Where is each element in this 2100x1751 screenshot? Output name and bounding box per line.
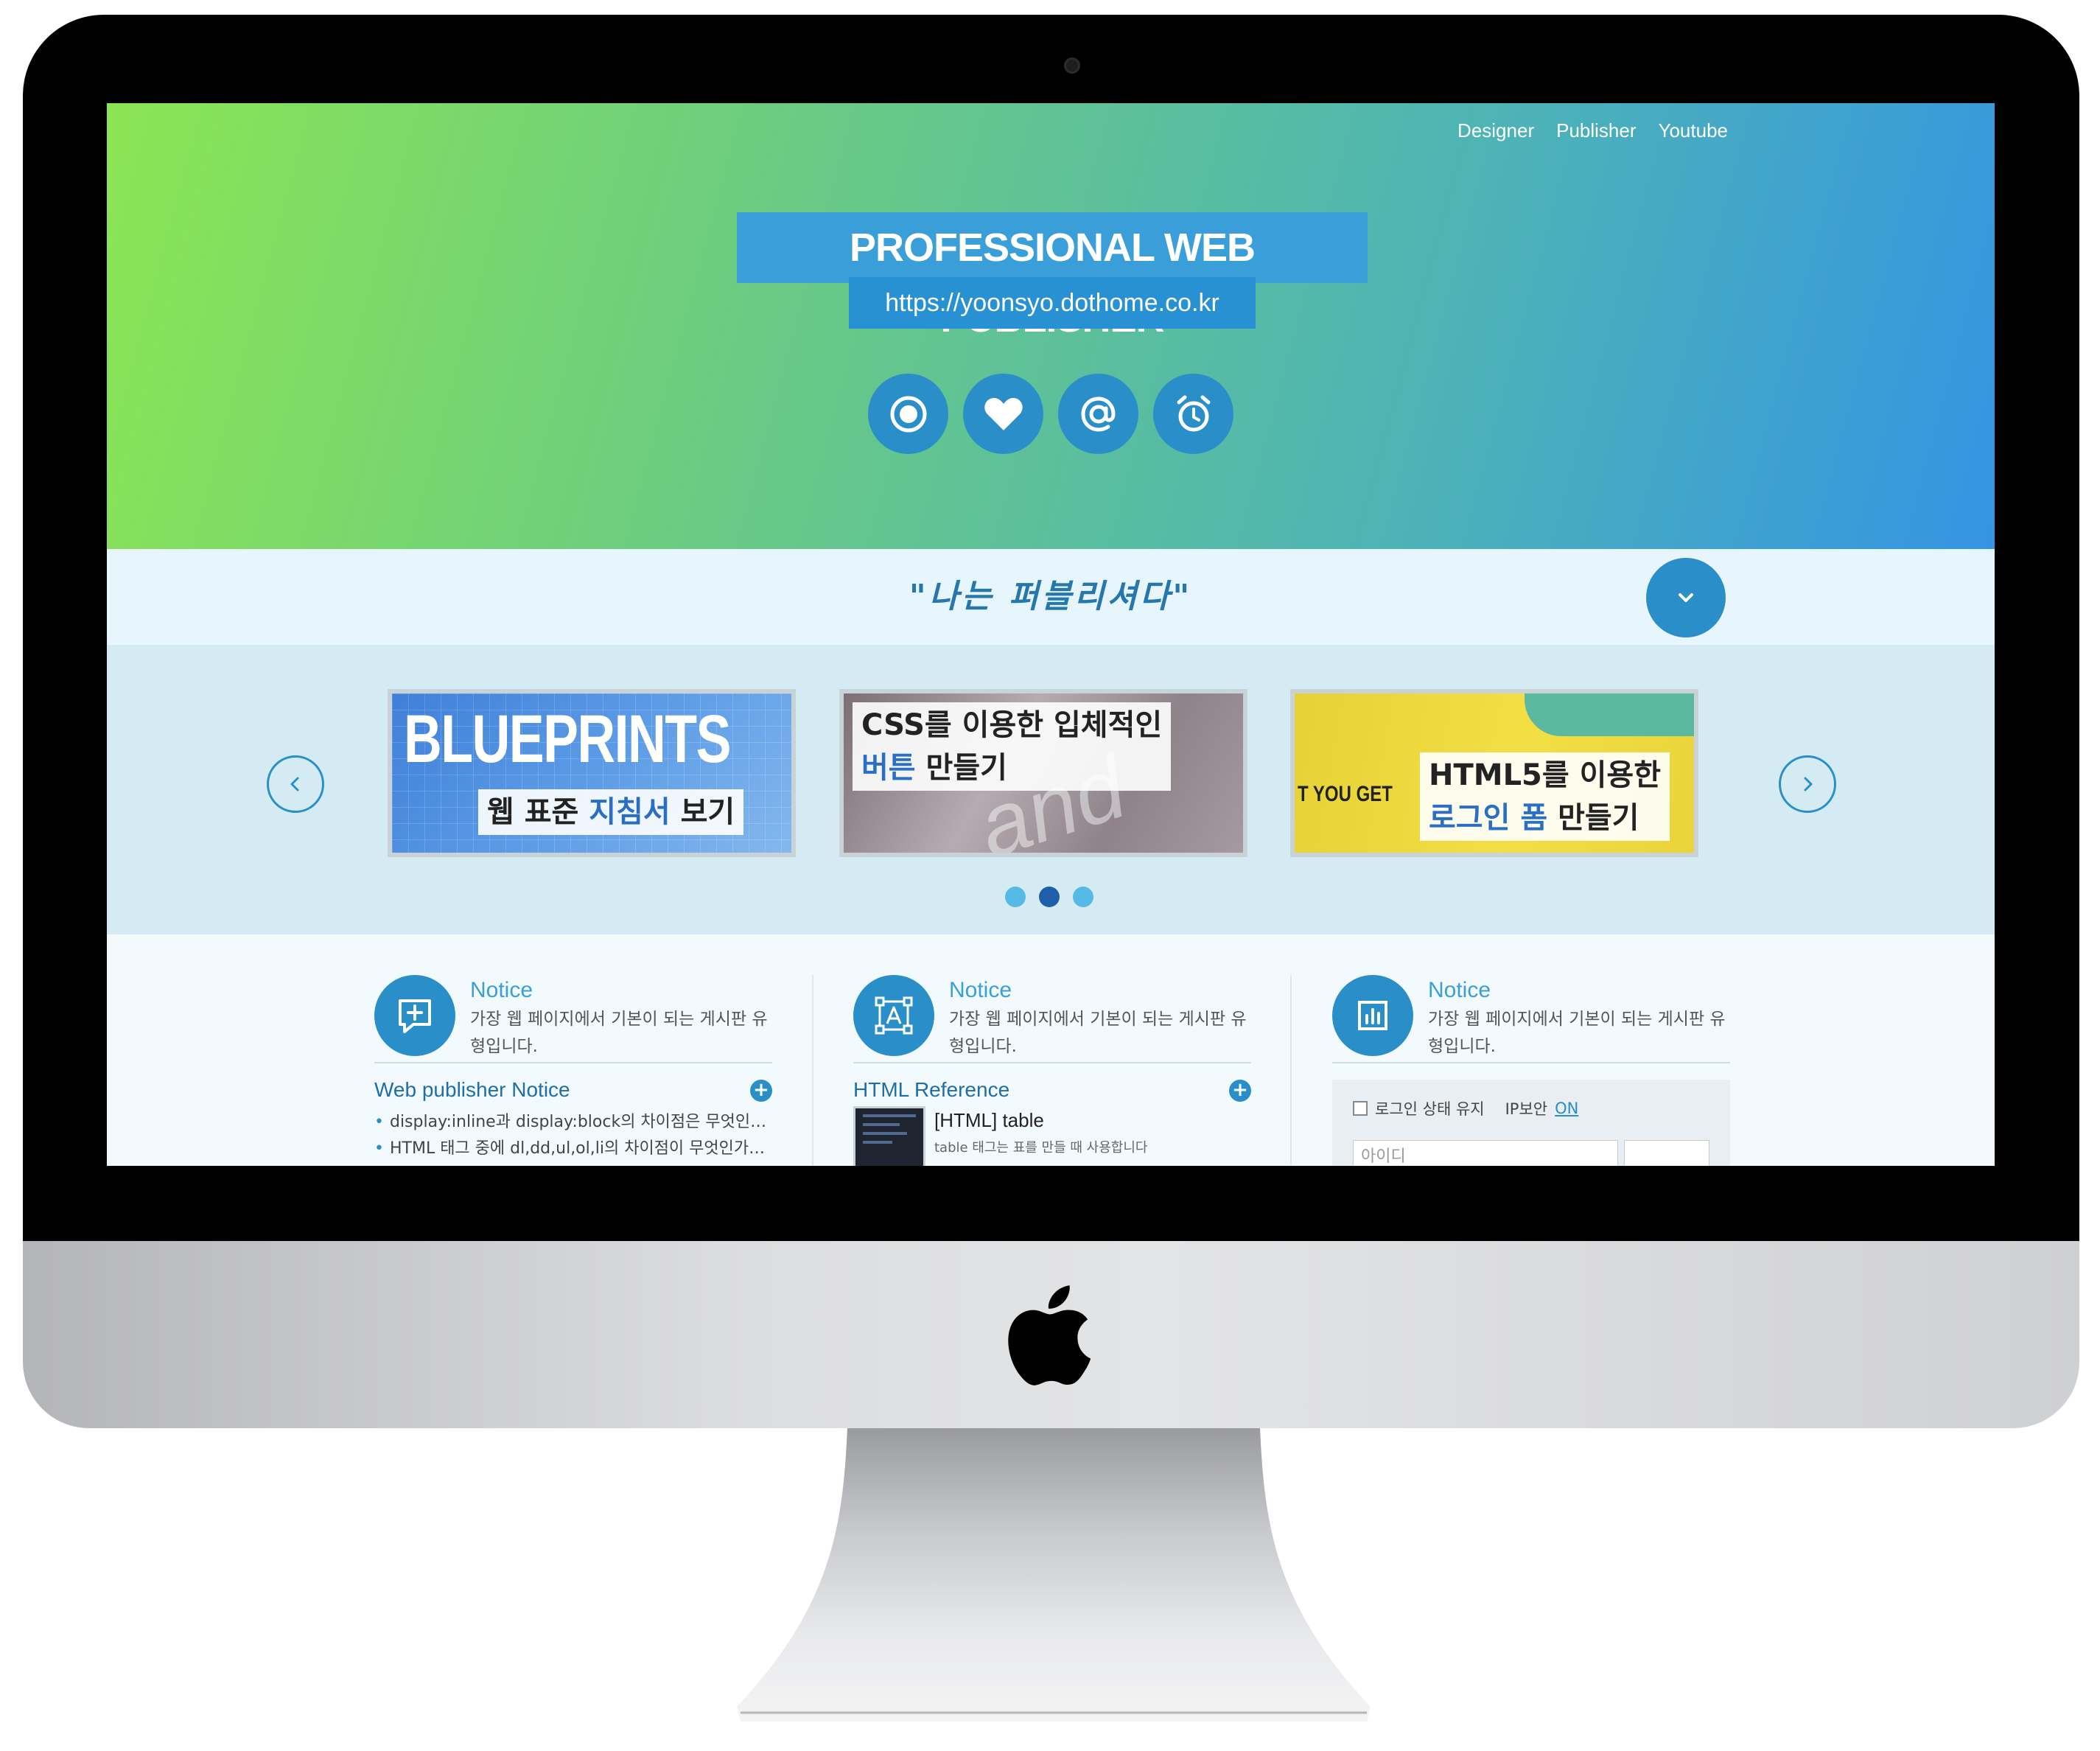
slider: BLUEPRINTS 웹 표준 지침서 보기 and inte CSS를 이용한… — [107, 645, 1995, 934]
code-line — [863, 1123, 900, 1126]
column-description: 가장 웹 페이지에서 기본이 되는 게시판 유형입니다. — [949, 1010, 1247, 1056]
section-title[interactable]: HTML Reference — [853, 1078, 1009, 1102]
top-nav: Designer Publisher Youtube — [1457, 119, 1728, 142]
caption-highlight: 로그인 폼 — [1429, 801, 1548, 835]
column-description: 가장 웹 페이지에서 기본이 되는 게시판 유형입니다. — [1428, 1010, 1726, 1056]
imac-stand — [737, 1428, 1371, 1722]
heart-icon-button[interactable] — [963, 374, 1043, 454]
list-item[interactable]: display:inline과 display:block의 차이점은 무엇인가… — [374, 1109, 772, 1136]
column-title: Notice — [949, 978, 1012, 1002]
notice-column-3: Notice 가장 웹 페이지에서 기본이 되는 게시판 유형입니다. 로그인 … — [1332, 975, 1730, 1166]
notice-column-1: Notice 가장 웹 페이지에서 기본이 되는 게시판 유형입니다. Web … — [374, 975, 772, 1166]
target-icon-button[interactable] — [868, 374, 948, 454]
ip-security-label: IP보안 — [1505, 1100, 1548, 1118]
keep-login-checkbox[interactable] — [1353, 1101, 1368, 1116]
slider-dot-2[interactable] — [1039, 887, 1060, 907]
login-button[interactable] — [1624, 1140, 1709, 1166]
reference-description: table 태그는 표를 만들 때 사용합니다 — [934, 1140, 1148, 1156]
column-title: Notice — [1428, 978, 1491, 1002]
code-line — [863, 1132, 907, 1135]
nav-designer-link[interactable]: Designer — [1457, 119, 1534, 142]
text-frame-icon — [875, 996, 913, 1035]
apple-logo-icon — [1008, 1285, 1091, 1385]
caption-highlight: 버튼 — [861, 751, 916, 785]
login-options: 로그인 상태 유지 IP보안 ON — [1353, 1097, 1578, 1119]
login-id-field[interactable]: 아이디 — [1353, 1140, 1618, 1166]
hero-section: Designer Publisher Youtube PROFESSIONAL … — [107, 103, 1995, 549]
slider-prev-button[interactable] — [267, 755, 324, 813]
slider-dot-1[interactable] — [1005, 887, 1026, 907]
caption-line-1: HTML5를 이용한 — [1429, 758, 1662, 792]
column-rule — [374, 1062, 772, 1063]
caption-highlight: 지침서 — [589, 795, 671, 829]
chevron-left-icon — [290, 777, 299, 791]
login-box: 로그인 상태 유지 IP보안 ON 아이디 — [1332, 1080, 1730, 1166]
column-title: Notice — [470, 978, 533, 1002]
chevron-down-icon — [1679, 593, 1693, 602]
bar-chart-icon-badge — [1332, 975, 1413, 1056]
slide-login-form[interactable]: T YOU GET HTML5를 이용한 로그인 폼 만들기 — [1290, 689, 1698, 857]
more-plus-button[interactable]: + — [750, 1080, 772, 1102]
caption-line-2: 로그인 폼 만들기 — [1429, 797, 1661, 839]
add-comment-icon-badge — [374, 975, 455, 1056]
caption-line-2: 버튼 만들기 — [861, 747, 1162, 789]
code-line — [863, 1141, 892, 1144]
slide-web-standard[interactable]: BLUEPRINTS 웹 표준 지침서 보기 — [388, 689, 796, 857]
scroll-down-button[interactable] — [1646, 558, 1726, 637]
camera — [1064, 57, 1080, 74]
keep-login-label: 로그인 상태 유지 — [1375, 1100, 1485, 1118]
slide-caption: 웹 표준 지침서 보기 — [478, 789, 744, 835]
at-sign-icon — [1080, 396, 1116, 432]
code-line — [863, 1114, 916, 1117]
caption-line-1: CSS를 이용한 입체적인 — [861, 708, 1163, 742]
notice-list: display:inline과 display:block의 차이점은 무엇인가… — [374, 1109, 772, 1162]
caption-text: 웹 표준 — [487, 795, 589, 829]
alarm-clock-icon — [1177, 395, 1210, 431]
slide-css-button[interactable]: and inte CSS를 이용한 입체적인 버튼 만들기 — [839, 689, 1247, 857]
caption-tail: 만들기 — [915, 751, 1007, 785]
slide-caption: HTML5를 이용한 로그인 폼 만들기 — [1420, 752, 1670, 841]
slide-big-text: BLUEPRINTS — [404, 702, 731, 777]
column-rule — [853, 1062, 1251, 1063]
more-plus-button[interactable]: + — [1229, 1080, 1251, 1102]
slider-next-button[interactable] — [1779, 755, 1836, 813]
hero-title: PROFESSIONAL WEB PUBLISHER — [737, 212, 1368, 340]
reference-title[interactable]: [HTML] table — [934, 1109, 1044, 1132]
section-title[interactable]: Web publisher Notice — [374, 1078, 570, 1102]
alarm-clock-icon-button[interactable] — [1153, 374, 1233, 454]
target-icon — [890, 396, 926, 432]
ip-security-toggle[interactable]: ON — [1555, 1100, 1578, 1117]
text-frame-icon-badge — [853, 975, 934, 1056]
slider-dots — [1005, 887, 1093, 907]
column-description: 가장 웹 페이지에서 기본이 되는 게시판 유형입니다. — [470, 1010, 768, 1056]
quote-band: "나는 퍼블리셔다" — [107, 549, 1995, 645]
at-sign-icon-button[interactable] — [1058, 374, 1138, 454]
slide-teal-shape — [1525, 693, 1694, 736]
heart-icon — [984, 397, 1023, 430]
hero-url[interactable]: https://yoonsyo.dothome.co.kr — [849, 277, 1256, 329]
column-divider — [1290, 975, 1292, 1166]
bar-chart-icon — [1358, 1001, 1387, 1030]
column-rule — [1332, 1062, 1730, 1063]
info-columns: Notice 가장 웹 페이지에서 기본이 되는 게시판 유형입니다. Web … — [107, 934, 1995, 1166]
slider-dot-3[interactable] — [1073, 887, 1093, 907]
caption-tail: 보기 — [670, 795, 735, 829]
slide-caption: CSS를 이용한 입체적인 버튼 만들기 — [853, 702, 1172, 791]
add-comment-icon — [399, 999, 431, 1033]
list-item[interactable]: HTML 태그 중에 dl,dd,ul,ol,li의 차이점이 무엇인가요? — [374, 1136, 772, 1162]
chevron-right-icon — [1804, 777, 1813, 791]
nav-publisher-link[interactable]: Publisher — [1556, 119, 1636, 142]
notice-column-2: Notice 가장 웹 페이지에서 기본이 되는 게시판 유형입니다. HTML… — [853, 975, 1251, 1166]
slide-side-text: T YOU GET — [1298, 782, 1393, 806]
reference-thumbnail[interactable] — [853, 1106, 925, 1166]
hero-icon-group — [868, 374, 1233, 454]
screen: Designer Publisher Youtube PROFESSIONAL … — [107, 103, 1995, 1166]
nav-youtube-link[interactable]: Youtube — [1659, 119, 1728, 142]
column-divider — [812, 975, 813, 1166]
caption-tail: 만들기 — [1547, 801, 1639, 835]
